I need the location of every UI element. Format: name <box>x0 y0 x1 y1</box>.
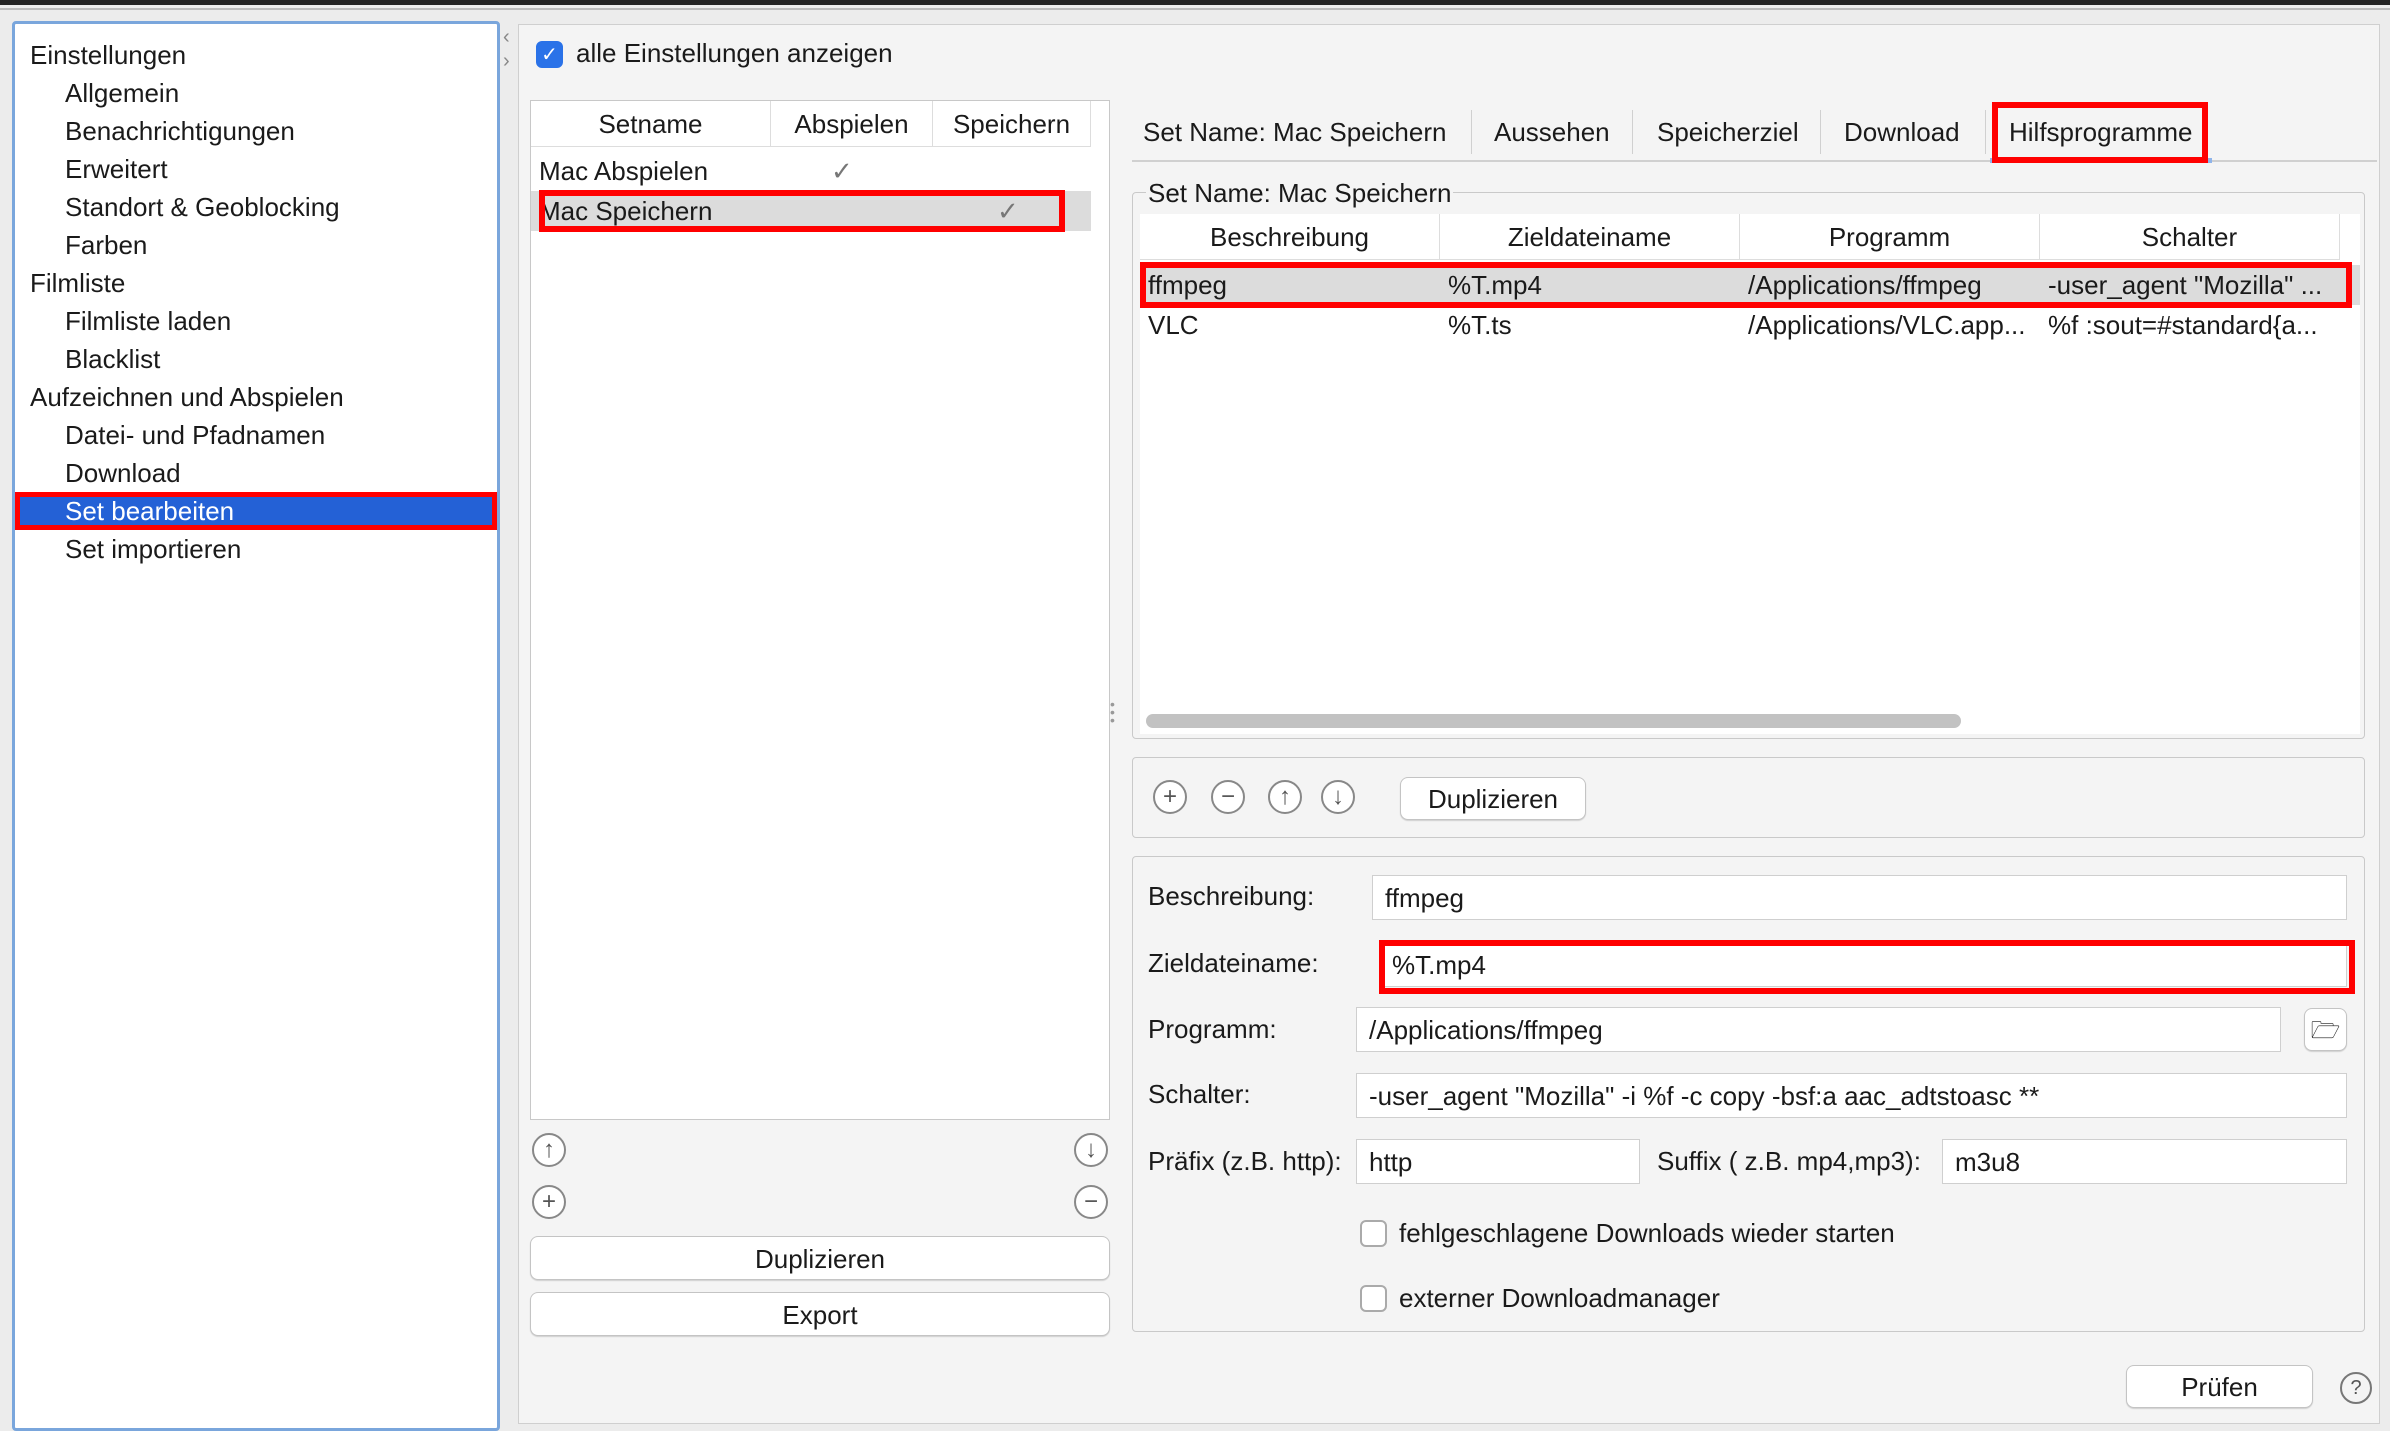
program-input[interactable]: /Applications/ffmpeg <box>1356 1007 2281 1052</box>
window-divider <box>0 8 2390 10</box>
programs-group-title: Set Name: Mac Speichern <box>1146 178 1454 209</box>
sidebar-item[interactable]: Set importieren <box>15 530 497 568</box>
desc-input[interactable]: ffmpeg <box>1372 875 2347 920</box>
sidebar-item[interactable]: Erweitert <box>15 150 497 188</box>
tab-speicherziel[interactable]: Speicherziel <box>1653 107 1803 157</box>
program-switch: %f :sout=#standard{a... <box>2048 310 2318 340</box>
add-program-icon[interactable]: + <box>1153 780 1187 814</box>
split-handle-icon[interactable]: • • • <box>1110 697 1115 727</box>
highlight-box <box>1992 102 2208 163</box>
col-save[interactable]: Speichern <box>933 101 1091 147</box>
program-down-icon[interactable]: ↓ <box>1321 780 1355 814</box>
tab-set-name[interactable]: Set Name: Mac Speichern <box>1139 107 1450 157</box>
sidebar-item[interactable]: Filmliste laden <box>15 302 497 340</box>
restart-label: fehlgeschlagene Downloads wieder starten <box>1399 1218 1895 1248</box>
folder-open-icon[interactable]: 🗁 <box>2304 1008 2347 1051</box>
external-label: externer Downloadmanager <box>1399 1283 1720 1313</box>
external-checkbox[interactable] <box>1360 1285 1387 1312</box>
collapse-handle-icon[interactable]: ‹ › <box>503 25 510 73</box>
program-up-icon[interactable]: ↑ <box>1268 780 1302 814</box>
suffix-input[interactable]: m3u8 <box>1942 1139 2347 1184</box>
move-down-icon[interactable]: ↓ <box>1074 1133 1108 1167</box>
sidebar-item[interactable]: Set bearbeiten <box>15 492 497 530</box>
program-target: %T.ts <box>1448 310 1512 340</box>
sidebar-item[interactable]: Download <box>15 454 497 492</box>
switch-input[interactable]: -user_agent "Mozilla" -i %f -c copy -bsf… <box>1356 1073 2347 1118</box>
sidebar-item[interactable]: Datei- und Pfadnamen <box>15 416 497 454</box>
target-label: Zieldateiname: <box>1148 948 1319 978</box>
check-button[interactable]: Prüfen <box>2126 1365 2313 1408</box>
highlight-box <box>1379 940 2355 994</box>
sidebar-item[interactable]: Aufzeichnen und Abspielen <box>15 378 497 416</box>
horizontal-scrollbar[interactable] <box>1146 714 1961 728</box>
suffix-label: Suffix ( z.B. mp4,mp3): <box>1657 1146 1921 1176</box>
add-icon[interactable]: + <box>532 1185 566 1219</box>
desc-label: Beschreibung: <box>1148 881 1315 911</box>
highlight-box <box>539 190 1065 232</box>
show-all-label: alle Einstellungen anzeigen <box>576 38 893 68</box>
tab-separator <box>1985 110 1986 154</box>
program-desc: VLC <box>1148 310 1199 340</box>
remove-program-icon[interactable]: − <box>1211 780 1245 814</box>
program-label: Programm: <box>1148 1014 1277 1044</box>
highlight-box <box>1140 262 2352 308</box>
col-setname[interactable]: Setname <box>531 101 771 147</box>
sidebar-item[interactable]: Filmliste <box>15 264 497 302</box>
set-row[interactable]: Mac Abspielen ✓ <box>531 151 1091 191</box>
prefix-input[interactable]: http <box>1356 1139 1640 1184</box>
sidebar-item[interactable]: Einstellungen <box>15 36 497 74</box>
tab-aussehen[interactable]: Aussehen <box>1490 107 1614 157</box>
col-program[interactable]: Programm <box>1740 214 2040 260</box>
col-target[interactable]: Zieldateiname <box>1440 214 1740 260</box>
col-desc[interactable]: Beschreibung <box>1140 214 1440 260</box>
duplicate-program-button[interactable]: Duplizieren <box>1400 777 1586 820</box>
settings-tree: Einstellungen Allgemein Benachrichtigungen… <box>12 21 500 1431</box>
program-row[interactable]: VLC %T.ts /Applications/VLC.app... %f :s… <box>1140 305 2360 345</box>
show-all-checkbox[interactable]: ✓ <box>536 41 563 68</box>
export-button[interactable]: Export <box>530 1292 1110 1336</box>
window-top-border <box>0 0 2390 5</box>
program-path: /Applications/VLC.app... <box>1748 310 2026 340</box>
prefix-label: Präfix (z.B. http): <box>1148 1146 1342 1176</box>
col-switch[interactable]: Schalter <box>2040 214 2340 260</box>
program-actions-group <box>1132 757 2365 838</box>
sidebar-item[interactable]: Blacklist <box>15 340 497 378</box>
help-icon[interactable]: ? <box>2340 1372 2372 1404</box>
tab-separator <box>1820 110 1821 154</box>
tab-download[interactable]: Download <box>1840 107 1964 157</box>
sidebar-item[interactable]: Standort & Geoblocking <box>15 188 497 226</box>
move-up-icon[interactable]: ↑ <box>532 1133 566 1167</box>
sidebar-item[interactable]: Farben <box>15 226 497 264</box>
restart-checkbox[interactable] <box>1360 1220 1387 1247</box>
remove-icon[interactable]: − <box>1074 1185 1108 1219</box>
sets-table <box>530 100 1110 1120</box>
switch-label: Schalter: <box>1148 1079 1251 1109</box>
play-check-icon: ✓ <box>831 156 853 186</box>
tab-separator <box>1632 110 1633 154</box>
duplicate-set-button[interactable]: Duplizieren <box>530 1236 1110 1280</box>
col-play[interactable]: Abspielen <box>771 101 933 147</box>
sidebar-item[interactable]: Benachrichtigungen <box>15 112 497 150</box>
sidebar-item[interactable]: Allgemein <box>15 74 497 112</box>
set-name: Mac Abspielen <box>539 156 709 186</box>
tab-separator <box>1471 110 1472 154</box>
